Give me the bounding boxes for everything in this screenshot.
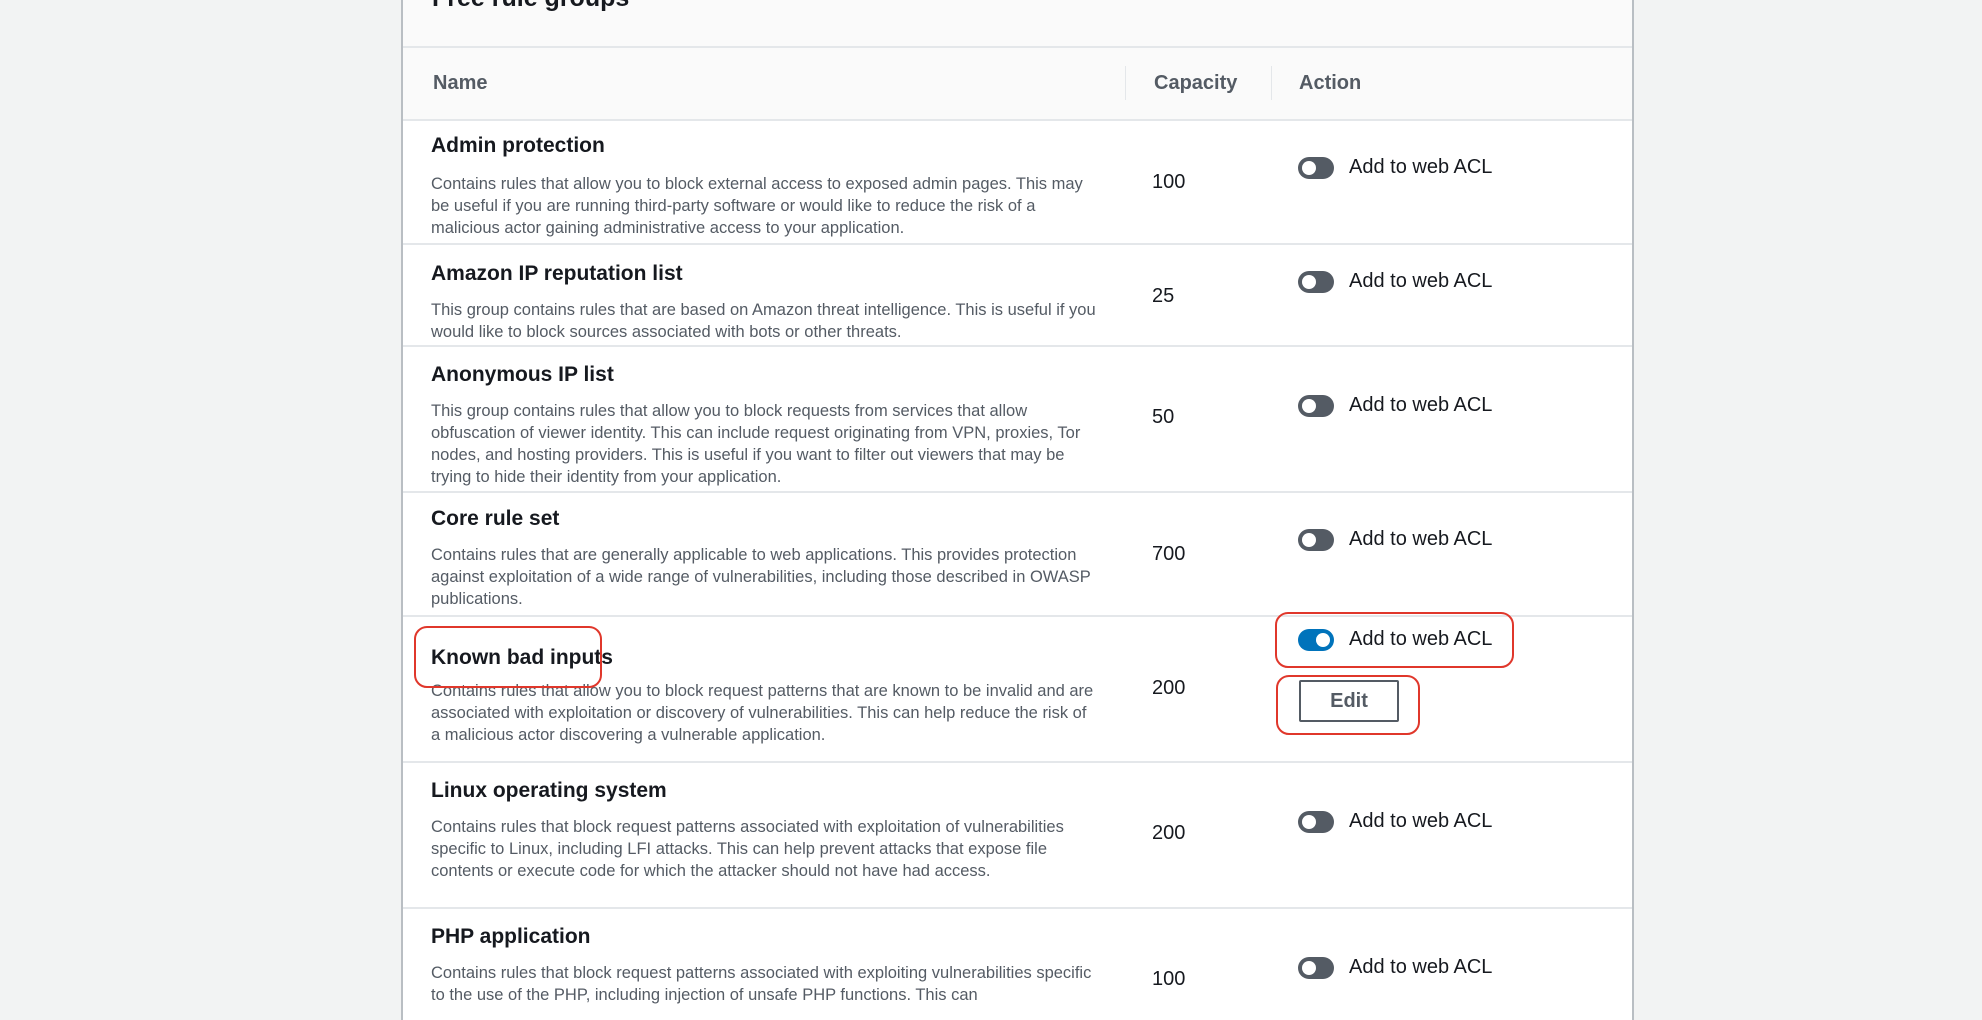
toggle-switch[interactable] — [1298, 394, 1334, 417]
rule-group-capacity: 50 — [1152, 406, 1175, 428]
toggle-label: Add to web ACL — [1349, 270, 1493, 292]
rule-group-name: Core rule set — [431, 507, 560, 530]
toggle-switch[interactable] — [1298, 810, 1334, 833]
free-rule-groups-panel: Free rule groups Name Capacity Action Ad… — [401, 0, 1634, 1020]
toggle-knob — [1302, 532, 1316, 547]
add-to-web-acl-toggle[interactable]: Add to web ACL — [1298, 270, 1492, 293]
add-to-web-acl-toggle[interactable]: Add to web ACL — [1298, 810, 1492, 833]
toggle-label: Add to web ACL — [1349, 528, 1493, 550]
rule-group-name: Admin protection — [431, 134, 605, 157]
rule-group-capacity: 100 — [1152, 968, 1186, 990]
add-to-web-acl-toggle[interactable]: Add to web ACL — [1298, 628, 1492, 651]
rule-group-capacity: 100 — [1152, 171, 1186, 193]
column-divider — [1125, 66, 1126, 100]
rule-group-description: This group contains rules that allow you… — [431, 402, 1081, 486]
column-header-name: Name — [433, 72, 488, 94]
rule-group-description: Contains rules that allow you to block e… — [431, 175, 1083, 237]
toggle-switch[interactable] — [1298, 628, 1334, 651]
toggle-switch[interactable] — [1298, 270, 1334, 293]
add-to-web-acl-toggle[interactable]: Add to web ACL — [1298, 528, 1492, 551]
rule-group-name: Anonymous IP list — [431, 363, 614, 386]
toggle-switch[interactable] — [1298, 956, 1334, 979]
rule-group-name: Linux operating system — [431, 779, 667, 802]
table-row: Linux operating system Contains rules th… — [403, 763, 1632, 909]
rule-group-capacity: 200 — [1152, 822, 1186, 844]
section-title: Free rule groups — [432, 0, 629, 13]
table-row: Anonymous IP list This group contains ru… — [403, 347, 1632, 493]
rule-group-description: Contains rules that are generally applic… — [431, 546, 1091, 608]
table-header: Name Capacity Action — [403, 48, 1632, 121]
rule-group-description: Contains rules that allow you to block r… — [431, 682, 1094, 744]
toggle-knob — [1302, 274, 1316, 289]
rule-group-name: Amazon IP reputation list — [431, 262, 683, 285]
toggle-knob — [1316, 632, 1330, 647]
column-header-action: Action — [1299, 72, 1362, 94]
toggle-label: Add to web ACL — [1349, 394, 1493, 416]
edit-button[interactable]: Edit — [1299, 680, 1399, 722]
toggle-knob — [1302, 814, 1316, 829]
table-row: PHP application Contains rules that bloc… — [403, 909, 1632, 1020]
toggle-knob — [1302, 960, 1316, 975]
table-row: Amazon IP reputation list This group con… — [403, 245, 1632, 347]
toggle-switch[interactable] — [1298, 528, 1334, 551]
toggle-knob — [1302, 160, 1316, 175]
table-row: Known bad inputs Contains rules that all… — [403, 612, 1632, 763]
rule-group-capacity: 25 — [1152, 285, 1175, 307]
toggle-label: Add to web ACL — [1349, 956, 1493, 978]
rule-group-capacity: 700 — [1152, 543, 1186, 565]
add-to-web-acl-toggle[interactable]: Add to web ACL — [1298, 156, 1492, 179]
rule-group-name: PHP application — [431, 925, 591, 948]
add-to-web-acl-toggle[interactable]: Add to web ACL — [1298, 956, 1492, 979]
column-divider — [1271, 66, 1272, 100]
table-row: Admin protection Contains rules that all… — [403, 121, 1632, 245]
table-row: Core rule set Contains rules that are ge… — [403, 493, 1632, 617]
panel-header: Free rule groups — [403, 0, 1632, 48]
add-to-web-acl-toggle[interactable]: Add to web ACL — [1298, 394, 1492, 417]
rule-group-description: Contains rules that block request patter… — [431, 818, 1064, 880]
column-header-capacity: Capacity — [1154, 72, 1238, 94]
toggle-label: Add to web ACL — [1349, 628, 1493, 650]
rule-group-description: Contains rules that block request patter… — [431, 964, 1092, 1004]
rule-group-capacity: 200 — [1152, 677, 1186, 699]
toggle-label: Add to web ACL — [1349, 810, 1493, 832]
toggle-knob — [1302, 398, 1316, 413]
toggle-switch[interactable] — [1298, 156, 1334, 179]
toggle-label: Add to web ACL — [1349, 156, 1493, 178]
rule-group-description: This group contains rules that are based… — [431, 301, 1096, 341]
rule-group-name: Known bad inputs — [431, 646, 613, 669]
